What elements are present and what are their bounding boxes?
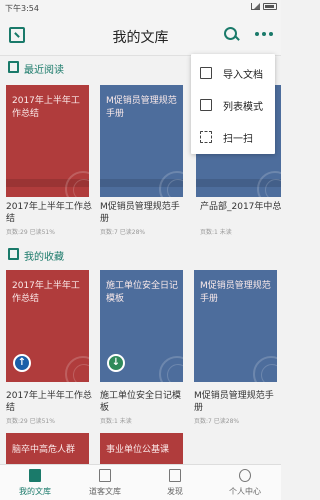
tab-label: 我的文库: [19, 487, 51, 496]
bottom-tab-bar: 我的文库 道客文库 发现 个人中心: [0, 464, 281, 500]
menu-item-import[interactable]: 导入文档: [191, 58, 275, 88]
cover-watermark-icon: [65, 356, 89, 382]
book-meta: 页数:1 未读: [100, 418, 132, 425]
tab-label: 道客文库: [89, 487, 121, 496]
cover-watermark-icon: [253, 356, 277, 382]
menu-label: 导入文档: [223, 70, 263, 81]
book-name[interactable]: M促销员管理规范手册: [194, 390, 280, 414]
book-meta: 页数:1 未读: [200, 229, 232, 236]
signal-icon: [251, 3, 260, 10]
cover-title: 事业单位公基课: [106, 445, 170, 455]
status-bar: 下午3:54: [0, 0, 281, 16]
book-meta: 页数:7 已读28%: [100, 229, 146, 236]
cover-title: M促销员管理规范手册: [106, 96, 177, 119]
book-cover[interactable]: 事业单位公基课: [100, 433, 183, 464]
cover-watermark-icon: [159, 356, 183, 382]
menu-item-list-mode[interactable]: 列表模式: [191, 90, 275, 120]
book-meta: 页数:29 已读51%: [6, 418, 55, 425]
book-name[interactable]: 2017年上半年工作总结: [6, 201, 92, 225]
menu-label: 扫一扫: [223, 134, 253, 145]
cover-title: 脑卒中高危人群: [12, 445, 76, 455]
more-options-menu: 导入文档 列表模式 扫一扫: [191, 54, 275, 154]
cover-watermark-icon: [159, 171, 183, 197]
tab-label: 发现: [167, 487, 183, 496]
import-icon: [200, 67, 212, 79]
cover-title: 2017年上半年工作总结: [12, 281, 80, 304]
book-cover[interactable]: 脑卒中高危人群: [6, 433, 89, 464]
library-icon: [29, 469, 41, 482]
more-options-icon[interactable]: [255, 32, 273, 38]
cover-title: 2017年上半年工作总结: [12, 96, 80, 119]
book-name[interactable]: 2017年上半年工作总结: [6, 390, 92, 414]
status-time: 下午3:54: [5, 4, 39, 13]
tab-doc-store[interactable]: 道客文库: [70, 465, 140, 500]
book-meta: 页数:29 已读51%: [6, 229, 55, 236]
book-cover[interactable]: M促销员管理规范手册: [194, 270, 277, 382]
book-meta: 页数:7 已读28%: [194, 418, 240, 425]
book-cover[interactable]: 施工单位安全日记模板 ↓: [100, 270, 183, 382]
download-icon[interactable]: ↓: [107, 354, 125, 372]
tab-profile[interactable]: 个人中心: [210, 465, 280, 500]
app-header: 我的文库: [0, 16, 281, 56]
scan-icon: [200, 131, 212, 143]
menu-label: 列表模式: [223, 102, 263, 113]
section-title-favorites: 我的收藏: [24, 252, 64, 263]
battery-icon: [263, 3, 277, 10]
status-icons: [251, 3, 277, 10]
profile-icon: [239, 469, 251, 482]
section-title-recent: 最近阅读: [24, 65, 64, 76]
tab-label: 个人中心: [229, 487, 261, 496]
tab-discover[interactable]: 发现: [140, 465, 210, 500]
book-cover[interactable]: 2017年上半年工作总结: [6, 85, 89, 197]
book-cover[interactable]: 2017年上半年工作总结 ↑: [6, 270, 89, 382]
list-mode-icon: [200, 99, 212, 111]
cover-watermark-icon: [257, 171, 281, 197]
favorites-section-header: 我的收藏: [0, 244, 281, 264]
cover-title: 施工单位安全日记模板: [106, 281, 179, 304]
book-name[interactable]: 施工单位安全日记模板: [100, 390, 186, 414]
search-icon[interactable]: [224, 27, 240, 43]
discover-icon: [169, 469, 181, 482]
book-cover[interactable]: M促销员管理规范手册: [100, 85, 183, 197]
book-name[interactable]: M促销员管理规范手册: [100, 201, 186, 225]
cover-title: M促销员管理规范手册: [200, 281, 271, 304]
menu-item-scan[interactable]: 扫一扫: [191, 122, 275, 152]
cover-watermark-icon: [65, 171, 89, 197]
recent-reading-icon: [8, 61, 19, 73]
doc-store-icon: [99, 469, 111, 482]
book-name[interactable]: 产品部_2017年中总结: [200, 201, 281, 213]
favorites-icon: [8, 248, 19, 260]
upload-icon[interactable]: ↑: [13, 354, 31, 372]
tab-my-library[interactable]: 我的文库: [0, 465, 70, 500]
